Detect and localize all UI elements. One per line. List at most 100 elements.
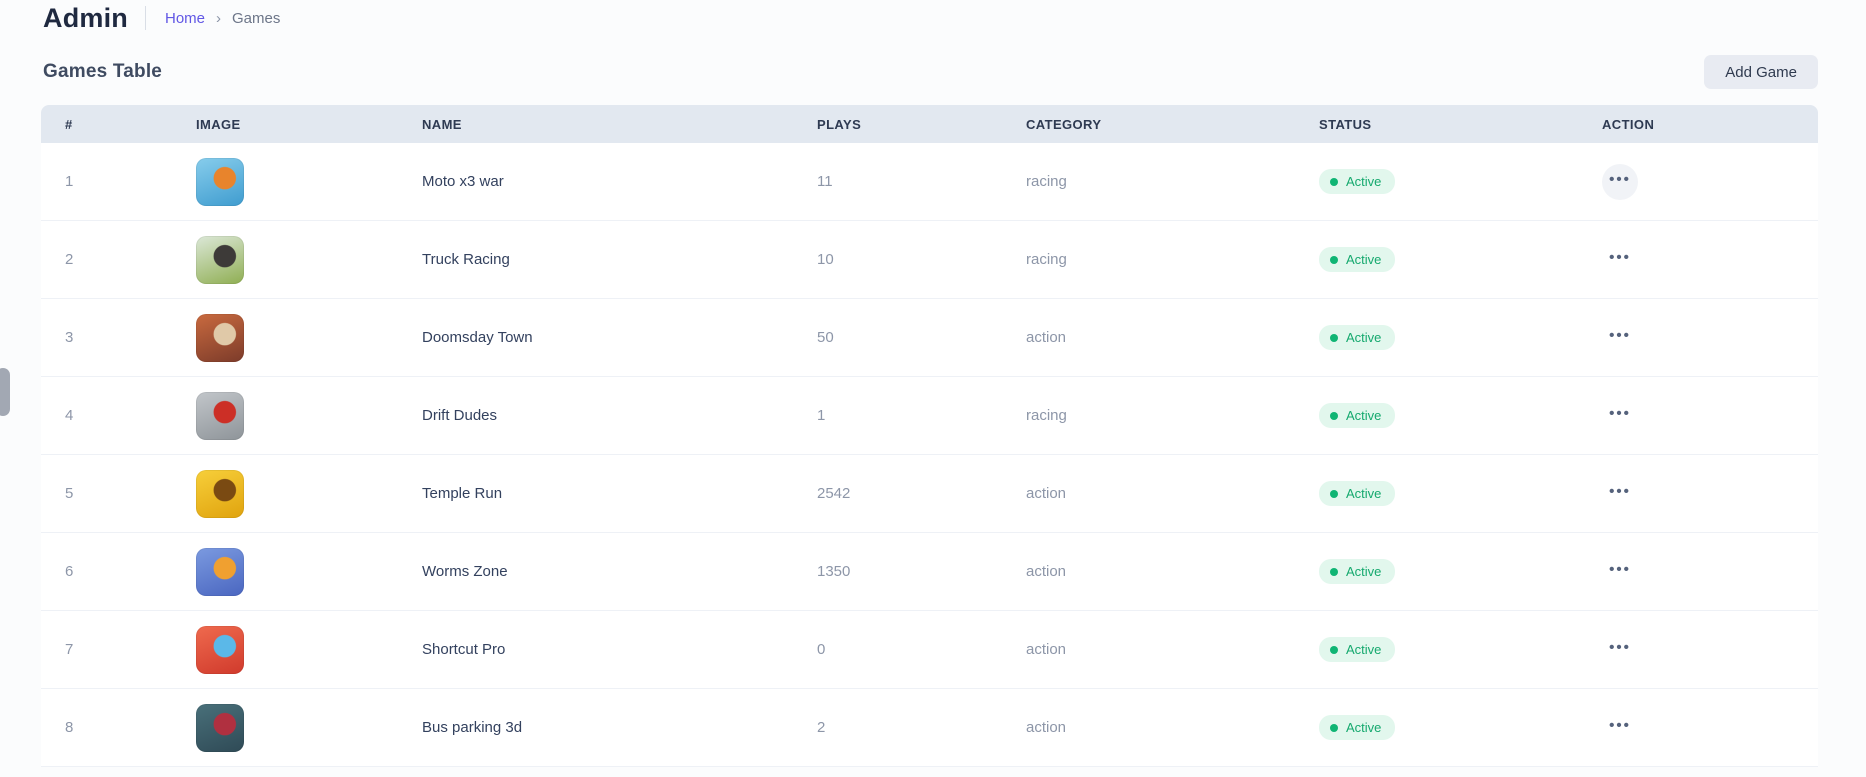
row-action-cell: •••	[1578, 242, 1818, 278]
doomsday-town-thumbnail	[196, 314, 244, 362]
table-header-row: # IMAGE NAME PLAYS CATEGORY STATUS ACTIO…	[41, 105, 1818, 143]
status-label: Active	[1346, 330, 1381, 345]
row-image-cell	[172, 626, 398, 674]
game-name: Truck Racing	[398, 251, 793, 268]
game-plays: 50	[793, 329, 1002, 346]
status-badge: Active	[1319, 325, 1395, 350]
status-badge: Active	[1319, 559, 1395, 584]
row-index: 4	[41, 407, 172, 424]
left-scrollbar-thumb[interactable]	[0, 368, 10, 416]
row-status-cell: Active	[1295, 403, 1578, 428]
table-row: 4 Drift Dudes 1 racing Active •••	[41, 377, 1818, 455]
row-actions-button[interactable]: •••	[1602, 710, 1638, 746]
breadcrumb-home-link[interactable]: Home	[165, 10, 205, 27]
row-status-cell: Active	[1295, 559, 1578, 584]
column-header-status: STATUS	[1295, 117, 1578, 132]
row-status-cell: Active	[1295, 169, 1578, 194]
row-status-cell: Active	[1295, 481, 1578, 506]
drift-dudes-thumbnail	[196, 392, 244, 440]
status-badge: Active	[1319, 481, 1395, 506]
page-title: Admin	[43, 3, 128, 34]
add-game-button[interactable]: Add Game	[1704, 55, 1818, 89]
game-category: racing	[1002, 407, 1295, 424]
status-dot-icon	[1330, 256, 1338, 264]
column-header-plays: PLAYS	[793, 117, 1002, 132]
breadcrumb-current: Games	[232, 10, 280, 27]
status-badge: Active	[1319, 637, 1395, 662]
row-action-cell: •••	[1578, 320, 1818, 356]
row-status-cell: Active	[1295, 325, 1578, 350]
games-table: # IMAGE NAME PLAYS CATEGORY STATUS ACTIO…	[41, 105, 1818, 767]
row-actions-button[interactable]: •••	[1602, 476, 1638, 512]
game-plays: 11	[793, 173, 1002, 190]
row-index: 2	[41, 251, 172, 268]
status-dot-icon	[1330, 646, 1338, 654]
moto-x3-war-thumbnail	[196, 158, 244, 206]
status-label: Active	[1346, 720, 1381, 735]
table-row: 1 Moto x3 war 11 racing Active •••	[41, 143, 1818, 221]
column-header-index: #	[41, 117, 172, 132]
table-row: 6 Worms Zone 1350 action Active •••	[41, 533, 1818, 611]
status-dot-icon	[1330, 412, 1338, 420]
row-image-cell	[172, 704, 398, 752]
row-action-cell: •••	[1578, 476, 1818, 512]
row-image-cell	[172, 236, 398, 284]
row-actions-button[interactable]: •••	[1602, 632, 1638, 668]
status-badge: Active	[1319, 715, 1395, 740]
row-image-cell	[172, 314, 398, 362]
game-plays: 2542	[793, 485, 1002, 502]
row-actions-button[interactable]: •••	[1602, 242, 1638, 278]
game-category: action	[1002, 563, 1295, 580]
row-action-cell: •••	[1578, 632, 1818, 668]
column-header-action: ACTION	[1578, 117, 1818, 132]
section-title: Games Table	[43, 61, 162, 83]
row-index: 3	[41, 329, 172, 346]
row-index: 7	[41, 641, 172, 658]
status-label: Active	[1346, 486, 1381, 501]
row-image-cell	[172, 548, 398, 596]
row-action-cell: •••	[1578, 710, 1818, 746]
shortcut-pro-thumbnail	[196, 626, 244, 674]
table-row: 7 Shortcut Pro 0 action Active •••	[41, 611, 1818, 689]
game-category: racing	[1002, 251, 1295, 268]
status-label: Active	[1346, 252, 1381, 267]
game-plays: 0	[793, 641, 1002, 658]
game-category: action	[1002, 485, 1295, 502]
row-actions-button[interactable]: •••	[1602, 320, 1638, 356]
game-name: Worms Zone	[398, 563, 793, 580]
game-category: action	[1002, 719, 1295, 736]
game-name: Temple Run	[398, 485, 793, 502]
worms-zone-thumbnail	[196, 548, 244, 596]
truck-racing-thumbnail	[196, 236, 244, 284]
row-actions-button[interactable]: •••	[1602, 398, 1638, 434]
column-header-category: CATEGORY	[1002, 117, 1295, 132]
row-actions-button[interactable]: •••	[1602, 554, 1638, 590]
status-badge: Active	[1319, 247, 1395, 272]
row-index: 5	[41, 485, 172, 502]
top-bar: Admin Home › Games	[0, 0, 1866, 34]
status-dot-icon	[1330, 568, 1338, 576]
row-index: 1	[41, 173, 172, 190]
game-plays: 1	[793, 407, 1002, 424]
title-divider	[145, 6, 146, 30]
table-row: 8 Bus parking 3d 2 action Active •••	[41, 689, 1818, 767]
row-action-cell: •••	[1578, 398, 1818, 434]
breadcrumb: Home › Games	[165, 10, 280, 27]
column-header-image: IMAGE	[172, 117, 398, 132]
chevron-right-icon: ›	[216, 10, 221, 27]
status-label: Active	[1346, 408, 1381, 423]
table-row: 2 Truck Racing 10 racing Active •••	[41, 221, 1818, 299]
row-action-cell: •••	[1578, 164, 1818, 200]
game-name: Moto x3 war	[398, 173, 793, 190]
status-label: Active	[1346, 564, 1381, 579]
column-header-name: NAME	[398, 117, 793, 132]
game-plays: 1350	[793, 563, 1002, 580]
row-index: 6	[41, 563, 172, 580]
row-status-cell: Active	[1295, 715, 1578, 740]
game-plays: 2	[793, 719, 1002, 736]
status-dot-icon	[1330, 334, 1338, 342]
row-status-cell: Active	[1295, 247, 1578, 272]
game-category: action	[1002, 641, 1295, 658]
row-actions-button[interactable]: •••	[1602, 164, 1638, 200]
game-name: Doomsday Town	[398, 329, 793, 346]
